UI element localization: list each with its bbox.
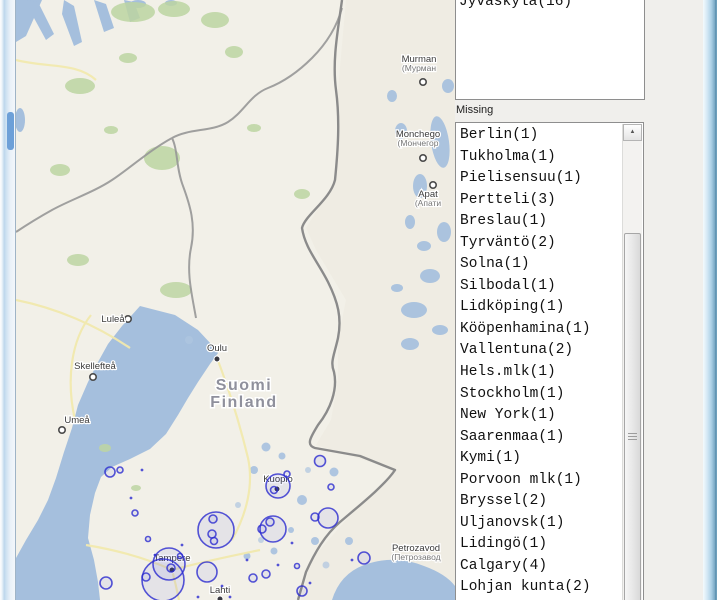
missing-list-item[interactable]: Lohjan kunta(2) — [460, 577, 622, 599]
missing-list-item[interactable]: Saarenmaa(1) — [460, 427, 622, 449]
missing-list-item[interactable]: Lidingö(1) — [460, 534, 622, 556]
map-data-circle[interactable] — [357, 551, 371, 565]
window-right-border — [703, 0, 717, 600]
map-data-dot[interactable] — [129, 496, 133, 500]
city-marker-icon[interactable] — [89, 372, 98, 381]
map-data-circle[interactable] — [208, 514, 218, 524]
map-data-circle[interactable] — [265, 517, 275, 527]
map-data-circle[interactable] — [166, 563, 176, 573]
missing-list-item[interactable]: Kööpenhamina(1) — [460, 319, 622, 341]
map-data-circle[interactable] — [209, 536, 219, 546]
scrollbar-grip — [628, 433, 637, 442]
found-list-item[interactable]: Jyväskylä(16) — [456, 0, 644, 12]
map-region-title-line2: Finland — [210, 394, 277, 411]
map-data-dot[interactable] — [220, 584, 224, 588]
map-data-circle[interactable] — [104, 466, 116, 478]
missing-list-item[interactable]: Tukholma(1) — [460, 147, 622, 169]
map-data-circle[interactable] — [248, 573, 258, 583]
city-label: Luleå — [101, 314, 125, 325]
map-data-circle[interactable] — [144, 535, 152, 543]
map-data-circle[interactable] — [296, 585, 308, 597]
city-marker-icon[interactable] — [418, 78, 427, 87]
missing-list-item[interactable]: Berlin(1) — [460, 125, 622, 147]
missing-places-listbox[interactable]: Berlin(1) Tukholma(1) Pielisensuu(1) Pertte… — [455, 122, 644, 600]
city-marker-icon[interactable] — [124, 314, 133, 323]
missing-list-item[interactable]: Calgary(4) — [460, 556, 622, 578]
map-region-title-line1: Suomi — [216, 377, 272, 394]
missing-list-item[interactable]: Stockholm(1) — [460, 384, 622, 406]
city-label-cyrillic: (Петрозавод — [391, 552, 440, 562]
map-data-circle[interactable] — [176, 552, 184, 560]
map-data-dot[interactable] — [196, 595, 200, 599]
city-marker-icon[interactable] — [418, 154, 427, 163]
missing-list-item[interactable]: Porvoon mlk(1) — [460, 470, 622, 492]
map-data-circle[interactable] — [283, 470, 291, 478]
map-data-dot[interactable] — [140, 468, 144, 472]
city-label: Umeå — [64, 415, 90, 426]
map-data-circle[interactable] — [317, 507, 339, 529]
missing-list: Berlin(1) Tukholma(1) Pielisensuu(1) Pertte… — [460, 125, 622, 600]
city-marker-icon[interactable] — [57, 425, 66, 434]
city-label: Lahti — [210, 585, 231, 596]
city-label-cyrillic: (Мончегор — [398, 138, 439, 148]
missing-label: Missing — [456, 104, 494, 116]
city-label: Oulu — [207, 343, 227, 354]
map-data-circle[interactable] — [327, 483, 335, 491]
found-places-listbox[interactable]: Jyväskylä(16) — [455, 0, 645, 100]
map-data-circle[interactable] — [99, 576, 113, 590]
left-scrollbar-thumb[interactable] — [7, 112, 14, 150]
scroll-up-button[interactable]: ▲ — [623, 124, 642, 141]
missing-list-item[interactable]: Tyrväntö(2) — [460, 233, 622, 255]
city-marker-icon[interactable] — [216, 595, 224, 600]
map-data-dot[interactable] — [180, 543, 184, 547]
map-data-dot[interactable] — [276, 563, 280, 567]
map-data-dot[interactable] — [228, 595, 232, 599]
city-label-cyrillic: (Мурман — [402, 63, 436, 73]
map-data-dot[interactable] — [153, 553, 157, 557]
map-data-circle[interactable] — [269, 485, 279, 495]
missing-list-item[interactable]: Kymi(1) — [460, 448, 622, 470]
missing-list-item[interactable]: Solna(1) — [460, 254, 622, 276]
missing-list-item[interactable]: Breslau(1) — [460, 211, 622, 233]
map-data-circle[interactable] — [131, 509, 139, 517]
map-data-circle[interactable] — [313, 454, 327, 468]
map-data-circle[interactable] — [293, 562, 301, 570]
map-data-dot[interactable] — [350, 558, 354, 562]
city-marker-icon[interactable] — [213, 355, 221, 363]
missing-list-item[interactable]: Silbodal(1) — [460, 276, 622, 298]
missing-list-item[interactable]: Pielisensuu(1) — [460, 168, 622, 190]
map-data-circle[interactable] — [116, 466, 124, 474]
map-data-dot[interactable] — [308, 581, 312, 585]
scrollbar-thumb[interactable] — [624, 233, 641, 600]
city-label-cyrillic: (Апати — [415, 198, 442, 208]
map-data-circle[interactable] — [196, 561, 218, 583]
map-data-circle[interactable] — [141, 572, 151, 582]
city-marker-icon[interactable] — [428, 181, 437, 190]
map[interactable]: Suomi Finland Murman (Мурман Monchego (Монч… — [16, 0, 455, 600]
finland-map-svg: Suomi Finland Murman(МурманMonchego(Монч… — [16, 0, 455, 600]
missing-list-item[interactable]: New York(1) — [460, 405, 622, 427]
map-data-dot[interactable] — [245, 558, 249, 562]
map-data-circle[interactable] — [261, 569, 271, 579]
missing-list-item[interactable]: Vallentuna(2) — [460, 340, 622, 362]
missing-list-item[interactable]: Pertteli(3) — [460, 190, 622, 212]
side-panel: Jyväskylä(16) Missing Berlin(1) Tukholma(… — [455, 0, 703, 600]
missing-list-item[interactable]: Lidköping(1) — [460, 297, 622, 319]
map-data-circle[interactable] — [257, 524, 267, 534]
left-window-scrollbar[interactable] — [0, 0, 16, 600]
map-data-dot[interactable] — [290, 541, 294, 545]
missing-list-item[interactable]: Uljanovsk(1) — [460, 513, 622, 535]
missing-list-item[interactable]: Bryssel(2) — [460, 491, 622, 513]
city-label: Skellefteå — [74, 361, 116, 372]
missing-list-scrollbar[interactable]: ▲ — [622, 124, 642, 600]
missing-list-item[interactable]: Hels.mlk(1) — [460, 362, 622, 384]
map-data-circle[interactable] — [310, 512, 320, 522]
app-window: Suomi Finland Murman (Мурман Monchego (Монч… — [0, 0, 717, 600]
